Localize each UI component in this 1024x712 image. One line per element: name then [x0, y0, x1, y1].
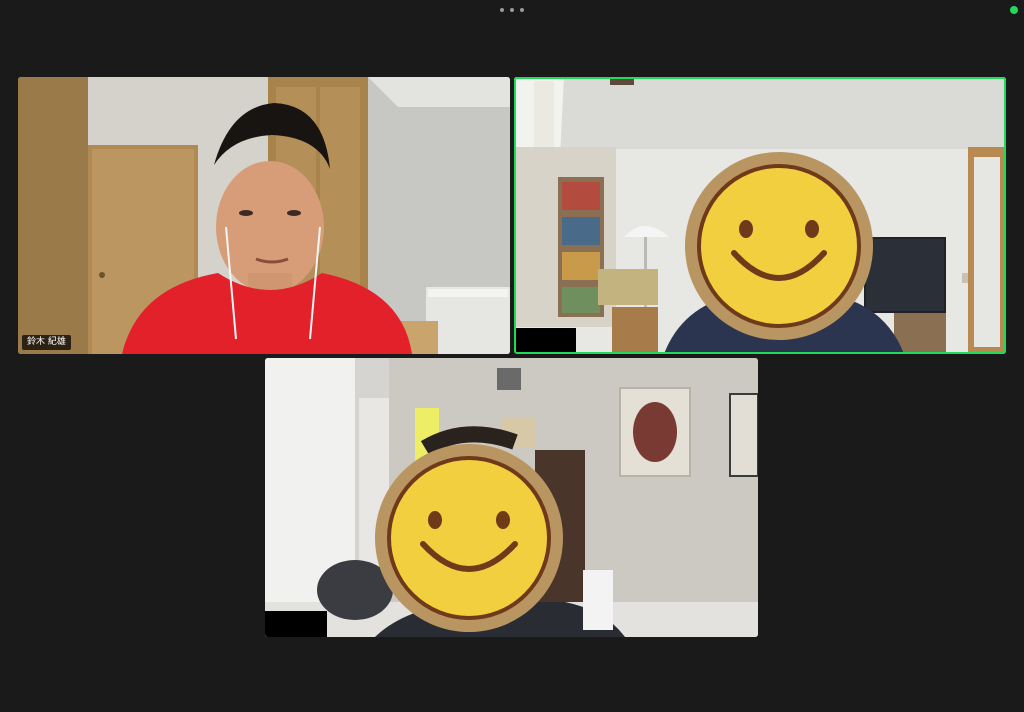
more-horizontal-icon	[510, 8, 514, 12]
smiley-face-sticker	[685, 152, 873, 340]
participant-video-tile-2[interactable]	[514, 77, 1006, 354]
participant-video-tile-1[interactable]: 鈴木 紀雄	[18, 77, 510, 354]
redacted-name-label	[265, 611, 327, 637]
recording-indicator-icon	[1010, 6, 1018, 14]
smiley-face-sticker	[375, 444, 563, 632]
participant-name-label: 鈴木 紀雄	[22, 335, 71, 350]
participant-1-video-feed	[18, 77, 510, 354]
more-horizontal-icon	[520, 8, 524, 12]
video-gallery: 鈴木 紀雄	[0, 0, 1024, 712]
more-horizontal-icon	[500, 8, 504, 12]
participant-video-tile-3[interactable]	[265, 358, 758, 637]
redacted-name-label	[514, 328, 576, 354]
more-options-button[interactable]	[500, 4, 524, 16]
